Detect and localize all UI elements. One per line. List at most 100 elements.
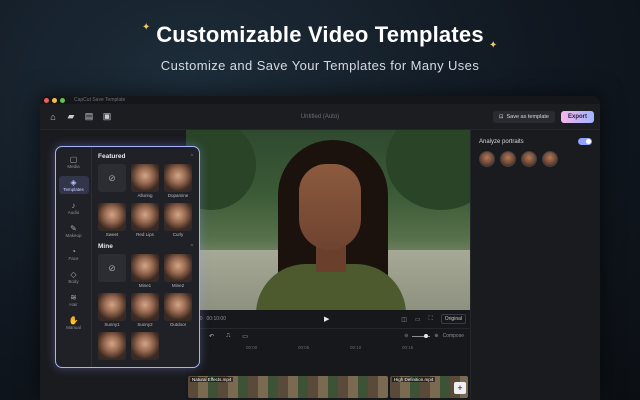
zoom-in-icon[interactable]: ⊕ [434,333,438,339]
minimize-window-button[interactable] [52,97,57,103]
layout-icon[interactable]: ▣ [100,110,114,124]
featured-grid: ⊘ Alluring Dopamine Sweet Red Lips Curly [98,164,193,237]
play-icon[interactable]: ▶ [324,315,329,323]
template-tile[interactable]: Dopamine [164,164,192,198]
subject-face [299,164,361,250]
nav-item-label: Hair [69,302,78,307]
template-tile[interactable]: ⊘ [98,254,126,288]
undo-icon[interactable]: ↶ [209,333,214,340]
clip-label: Natural Effects.mp4 [190,377,234,382]
template-tile[interactable]: Sunny2 [131,293,159,327]
left-sidebar [40,130,54,400]
clip-label: High Definition.mp4 [392,377,436,382]
template-tile[interactable]: Outdoor [164,293,192,327]
nav-item-makeup[interactable]: ✎ Makeup [59,222,89,240]
template-label: Red Lips [136,232,154,237]
nav-item-label: Body [68,279,79,284]
portrait-thumb[interactable] [542,151,558,167]
timeline-ruler: 00:00 00:05 00:10 00:15 [186,343,470,353]
template-thumbnail [131,203,159,231]
template-tile[interactable]: Curly [164,203,192,237]
template-label: Curly [172,232,184,237]
maximize-window-button[interactable] [60,97,65,103]
total-time: 00:10:00 [206,316,226,322]
app-name: CapCut Save Template [74,97,126,103]
mine-grid: ⊘ Mine1 Mine2 Sunny1 Sunny2 Outdoor [98,254,193,361]
portrait-thumb[interactable] [521,151,537,167]
nav-item-face[interactable]: ◔ Face [59,245,89,263]
clip-track: Natural Effects.mp4 High Definition.mp4 … [186,376,470,398]
analyze-portraits-toggle[interactable] [578,138,592,145]
close-window-button[interactable] [44,97,49,103]
nav-item-audio[interactable]: ♪ Audio [59,199,89,217]
crop-icon[interactable]: ◫ [401,316,407,323]
nav-item-label: Audio [67,210,80,215]
folder-icon[interactable]: ▰ [64,110,78,124]
template-tile[interactable] [131,332,159,361]
add-clip-icon[interactable]: + [454,382,466,394]
template-tile[interactable]: Mine1 [131,254,159,288]
video-preview[interactable] [186,130,470,310]
template-thumbnail [131,332,159,360]
hair-icon: ≋ [70,293,77,302]
collapse-icon[interactable]: ^ [191,244,193,250]
body-icon: ◇ [70,270,77,279]
fullscreen-icon[interactable]: ⛶ [429,316,433,323]
template-label: Outdoor [169,322,187,327]
split-icon[interactable]: ⎍ [226,333,230,340]
hero-title: Customizable Video Templates [156,22,484,47]
template-thumbnail [98,203,126,231]
mine-title: Mine [98,243,113,250]
sparkle-icon: ✦ [489,40,498,51]
player-controls: 00:00 00:10:00 ▶ ◫ ▭ ⛶ Original [186,310,470,328]
popup-nav: ▢ Media ◈ Templates ♪ Audio ✎ Makeup ◔ Face ◇ Body ≋… [56,147,92,367]
title-bar: CapCut Save Template [40,96,600,104]
nav-item-media[interactable]: ▢ Media [59,153,89,171]
ruler-tick: 00:10 [350,345,362,350]
video-clip[interactable]: High Definition.mp4 + [390,376,468,398]
original-button[interactable]: Original [440,314,466,324]
delete-icon[interactable]: ▭ [242,333,248,340]
compose-label[interactable]: Compose [443,333,464,339]
templates-popup: ▢ Media ◈ Templates ♪ Audio ✎ Makeup ◔ Face ◇ Body ≋… [55,146,200,368]
video-clip[interactable]: Natural Effects.mp4 [188,376,388,398]
export-button[interactable]: Export [560,110,594,123]
template-tile[interactable]: ⊘ [98,164,126,198]
face-icon: ◔ [71,247,76,256]
template-tile[interactable]: Sweet [98,203,126,237]
template-tile[interactable]: Red Lips [131,203,159,237]
template-tile[interactable] [98,332,126,361]
nav-item-label: Makeup [65,233,82,238]
portrait-thumb[interactable] [500,151,516,167]
nav-item-body[interactable]: ◇ Body [59,268,89,286]
zoom-out-icon[interactable]: ⊖ [404,333,408,339]
document-icon[interactable]: ▤ [82,110,96,124]
template-tile[interactable]: Sunny1 [98,293,126,327]
collapse-icon[interactable]: ^ [191,154,193,160]
nav-item-label: Manual [66,325,81,330]
analyze-portraits-label: Analyze portraits [479,138,524,145]
sparkle-icon: ✦ [142,22,151,33]
nav-item-templates[interactable]: ◈ Templates [58,176,89,194]
no-template-icon: ⊘ [98,164,126,192]
ratio-icon[interactable]: ▭ [415,316,421,323]
portrait-thumb[interactable] [479,151,495,167]
template-label: Dopamine [167,193,189,198]
template-label: Sweet [105,232,119,237]
home-icon[interactable]: ⌂ [46,110,60,124]
template-tile[interactable]: Alluring [131,164,159,198]
nav-item-label: Media [67,164,80,169]
template-icon: ⊡ [498,113,504,120]
toolbar: ⌂ ▰ ▤ ▣ Untitled (Auto) ⊡ Save as templa… [40,104,600,130]
right-panel: Analyze portraits [470,130,600,400]
save-as-template-button[interactable]: ⊡ Save as template [492,110,555,123]
nav-item-hair[interactable]: ≋ Hair [59,291,89,309]
zoom-slider[interactable] [412,333,431,338]
ruler-tick: 00:15 [402,345,414,350]
featured-title: Featured [98,153,126,160]
nav-item-label: Face [68,256,79,261]
nav-item-manual[interactable]: ✋ Manual [59,314,89,332]
template-thumbnail [98,293,126,321]
audio-icon: ♪ [71,201,76,210]
template-tile[interactable]: Mine2 [164,254,192,288]
